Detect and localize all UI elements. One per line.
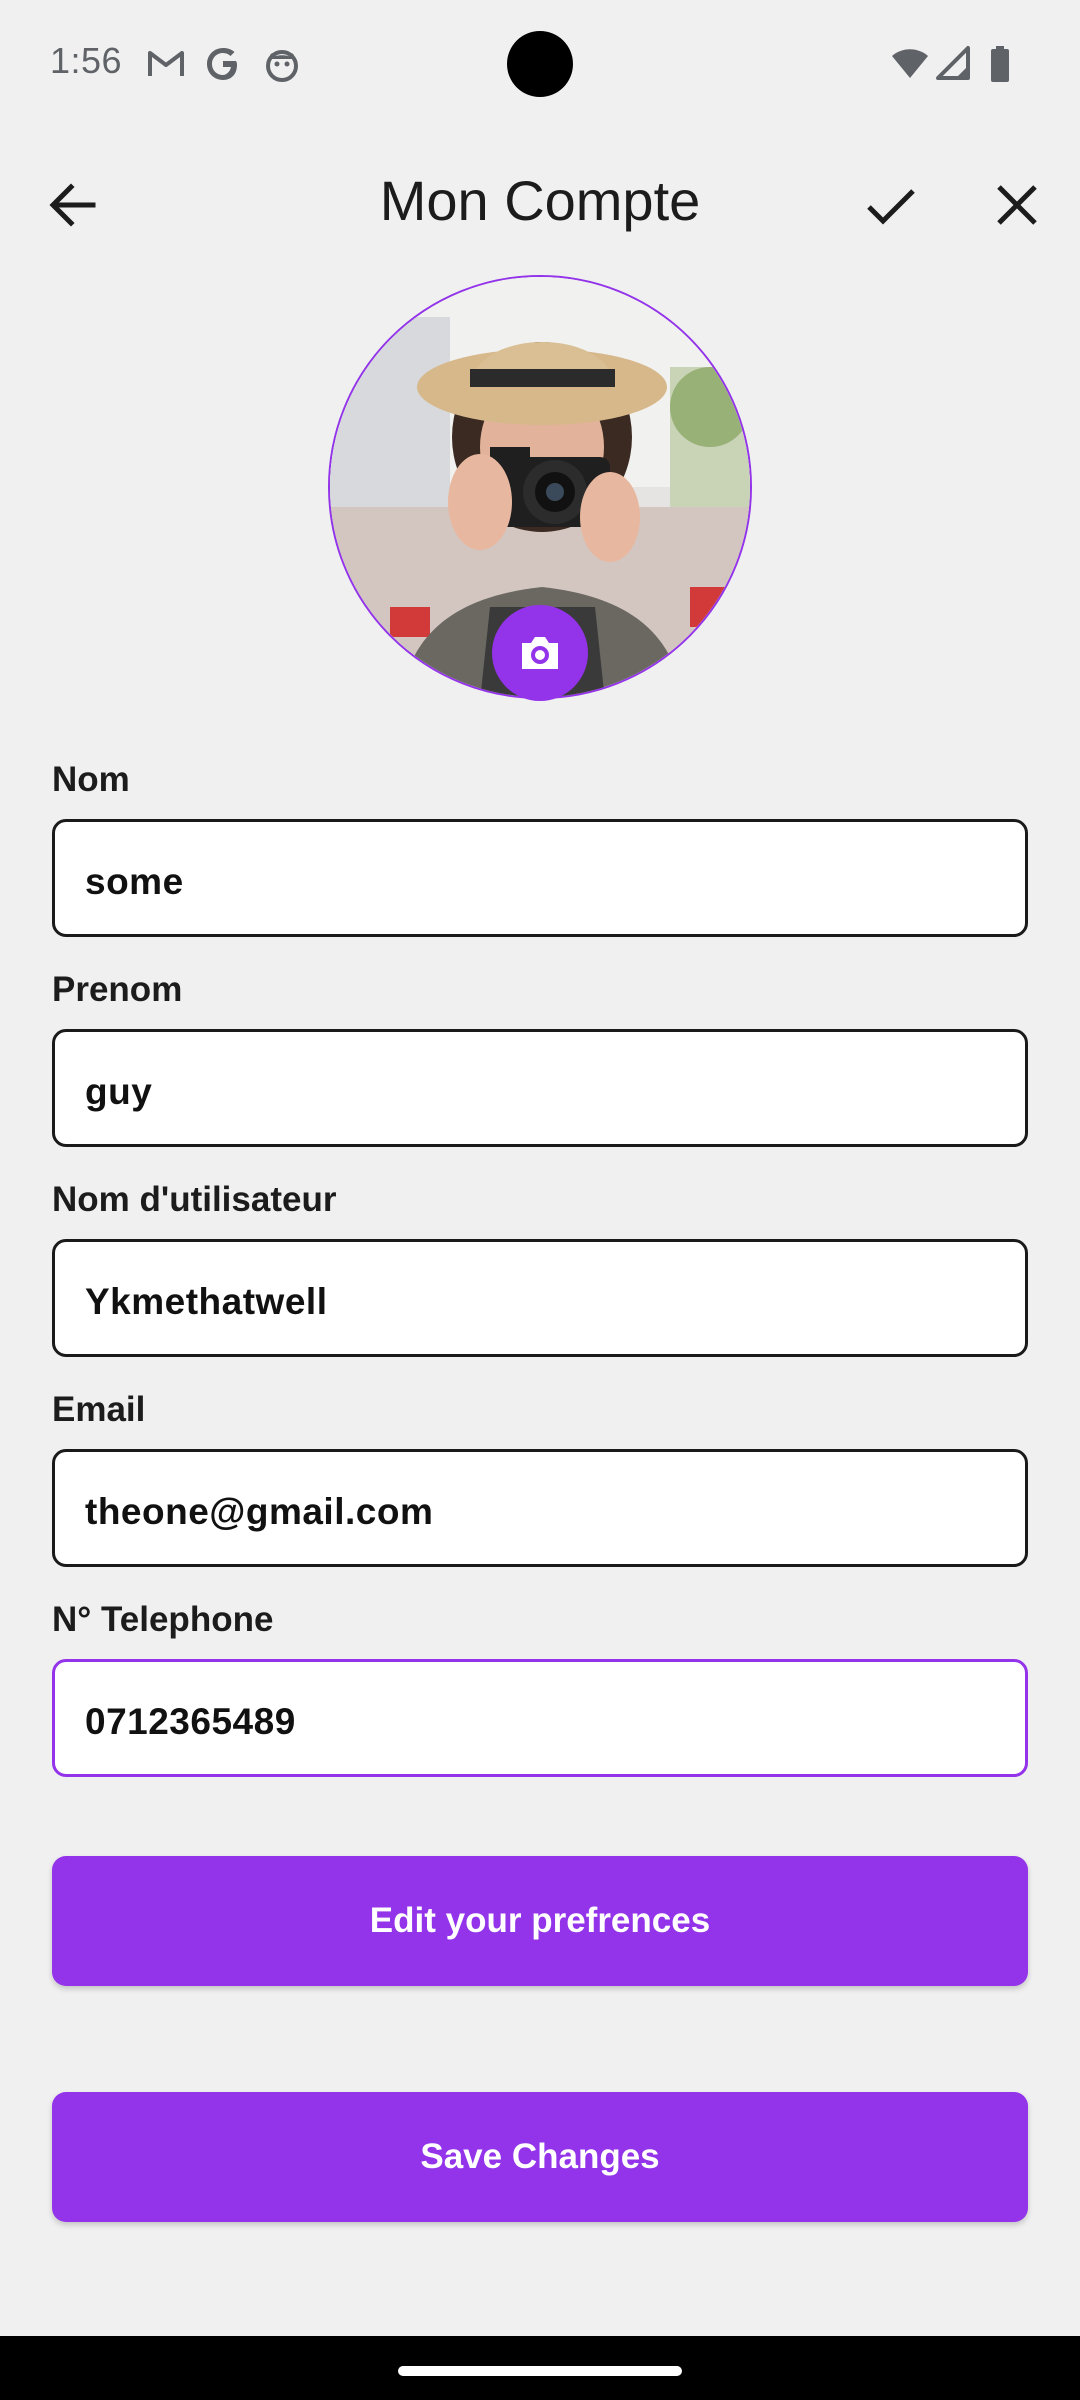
change-photo-button[interactable] <box>492 605 588 701</box>
gmail-icon <box>146 44 186 84</box>
phone-field[interactable]: 0712365489 <box>52 1659 1028 1777</box>
signal-icon <box>934 44 974 84</box>
email-value: theone@gmail.com <box>85 1491 434 1532</box>
nom-field[interactable]: some <box>52 819 1028 937</box>
check-icon <box>867 189 915 225</box>
status-bar: 1:56 <box>0 0 1080 130</box>
system-nav-bar <box>0 2336 1080 2400</box>
label-nom: Nom <box>52 760 130 799</box>
phone-value: 0712365489 <box>85 1701 296 1742</box>
email-field[interactable]: theone@gmail.com <box>52 1449 1028 1567</box>
confirm-button[interactable] <box>856 170 926 240</box>
google-icon <box>203 44 243 84</box>
username-field[interactable]: Ykmethatwell <box>52 1239 1028 1357</box>
label-username: Nom d'utilisateur <box>52 1180 337 1219</box>
label-email: Email <box>52 1390 146 1429</box>
edit-preferences-button[interactable]: Edit your prefrences <box>52 1856 1028 1986</box>
nom-value: some <box>85 861 184 902</box>
battery-icon <box>980 44 1020 84</box>
save-changes-button[interactable]: Save Changes <box>52 2092 1028 2222</box>
username-value: Ykmethatwell <box>85 1281 328 1322</box>
label-prenom: Prenom <box>52 970 183 1009</box>
camera-icon <box>522 637 558 669</box>
camera-cutout <box>507 31 573 97</box>
android-icon <box>262 44 302 84</box>
app-bar: Mon Compte <box>0 130 1080 270</box>
prenom-field[interactable]: guy <box>52 1029 1028 1147</box>
wifi-icon <box>890 44 930 84</box>
close-button[interactable] <box>982 170 1052 240</box>
status-time: 1:56 <box>50 40 123 81</box>
home-gesture-handle[interactable] <box>398 2366 682 2376</box>
prenom-value: guy <box>85 1071 153 1112</box>
label-phone: N° Telephone <box>52 1600 274 1639</box>
close-icon <box>997 185 1037 225</box>
